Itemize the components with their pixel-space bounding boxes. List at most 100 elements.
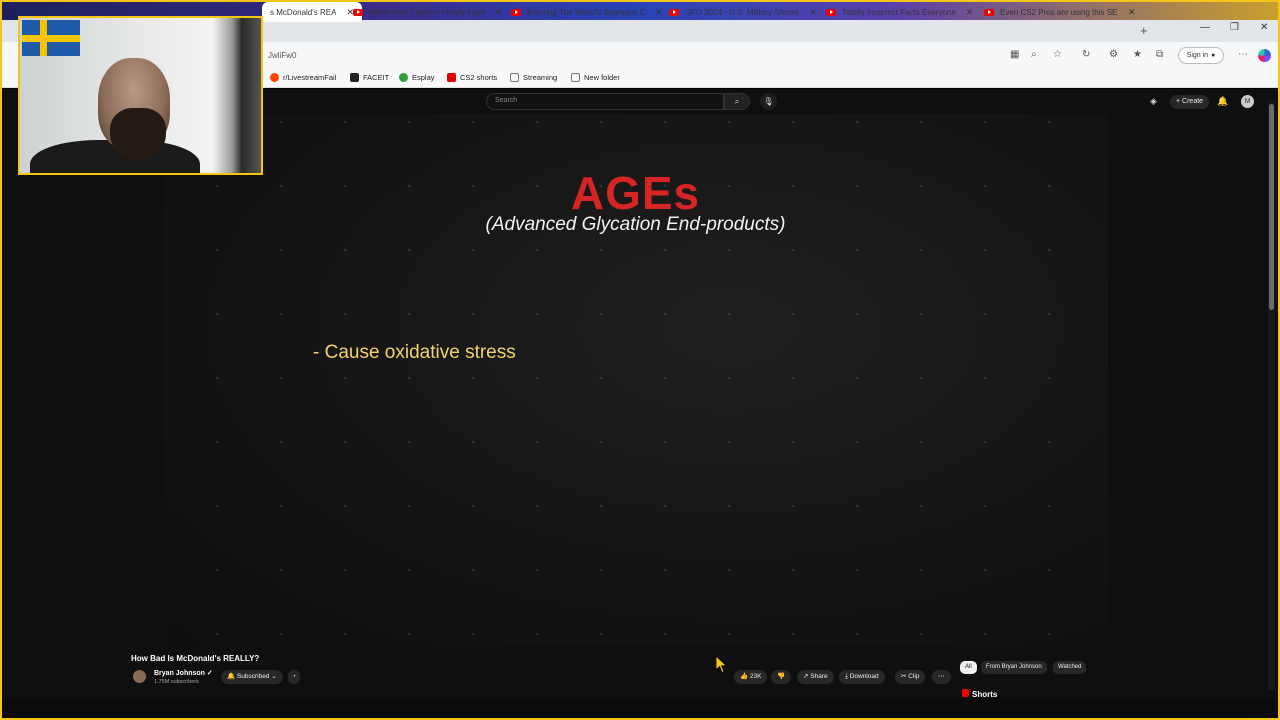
chip-watched[interactable]: Watched [1053, 661, 1087, 674]
like-count: 23K [749, 673, 762, 680]
browser-tab[interactable]: Entering The World's Strangest C ✕ [503, 2, 671, 22]
bookmark-label: Streaming [523, 73, 558, 82]
bookmark-label: r/LivestreamFail [283, 73, 337, 82]
browser-tab[interactable]: When Real Fighters Finally Fight ✕ [345, 2, 511, 22]
membership-icon: ◔ [292, 673, 296, 680]
verified-icon: ✓ [206, 670, 213, 677]
search-input[interactable]: Search [486, 93, 724, 110]
refresh-icon[interactable]: ↻ [1082, 49, 1090, 60]
youtube-icon [353, 8, 363, 16]
create-label: Create [1182, 98, 1204, 105]
join-button[interactable]: ◔ [288, 670, 300, 684]
channel-subscribers: 1.75M subscribers [154, 679, 199, 685]
tab-title: s McDonald's REA [270, 7, 337, 17]
bookmark-label: New folder [584, 73, 620, 82]
download-label: Download [849, 673, 879, 680]
close-icon[interactable]: ✕ [809, 7, 817, 18]
browser-tab[interactable]: UFO 2024 - U.S. Military Shoots ✕ [661, 2, 825, 22]
scissors-icon: ✂ [901, 673, 907, 680]
browser-tab[interactable]: Totally Incorrect Facts Everyone ✕ [818, 2, 981, 22]
share-label: Share [810, 673, 828, 680]
tab-title: Entering The World's Strangest C [527, 7, 645, 17]
youtube-icon [511, 8, 521, 16]
like-button[interactable]: 👍 23K [734, 670, 768, 684]
favorites-icon[interactable]: ★ [1133, 49, 1142, 60]
new-tab-icon[interactable]: + [1140, 23, 1148, 38]
faceit-icon [350, 73, 359, 82]
person-beard [110, 108, 166, 160]
copilot-icon[interactable] [1258, 49, 1271, 62]
bookmark-label: FACEIT [363, 73, 390, 82]
slide-title: AGEs [570, 167, 701, 219]
bookmark-new-folder[interactable]: New folder [571, 73, 620, 82]
bookmark-faceit[interactable]: FACEIT [350, 73, 389, 82]
youtube-icon [826, 8, 836, 16]
thumbs-down-icon: 👎 [777, 673, 786, 680]
grid-icon[interactable]: ▦ [1010, 49, 1019, 60]
chip-all[interactable]: All [960, 661, 977, 674]
webcam-overlay [18, 16, 263, 175]
dislike-button[interactable]: 👎 [771, 670, 792, 684]
tab-title: UFO 2024 - U.S. Military Shoots [685, 7, 800, 17]
create-button[interactable]: + Create [1170, 95, 1210, 109]
bell-icon: 🔔 [227, 673, 236, 680]
slide-subtitle: (Advanced Glycation End-products) [485, 214, 786, 235]
channel-name[interactable]: Bryan Johnson ✓ [154, 669, 213, 677]
more-icon[interactable]: ⋯ [1238, 49, 1248, 60]
bookmark-label: CS2 shorts [460, 73, 498, 82]
close-icon[interactable]: ✕ [1128, 7, 1136, 18]
tab-title: Even CS2 Pros are using this SET [1000, 7, 1118, 17]
download-icon: ⤓ [845, 673, 848, 680]
download-button[interactable]: ⤓ Download [839, 670, 885, 684]
bookmark-livestreamfail[interactable]: r/LivestreamFail [270, 73, 336, 82]
more-actions-button[interactable]: ⋯ [932, 670, 951, 684]
avatar[interactable]: M [1241, 95, 1254, 108]
clip-button[interactable]: ✂ Clip [895, 670, 926, 684]
sign-in-label: Sign in [1186, 52, 1209, 59]
voice-search-icon[interactable]: 🎙 [760, 93, 777, 110]
collections-icon[interactable]: ⧉ [1156, 49, 1163, 60]
tab-title: When Real Fighters Finally Fight [369, 7, 486, 17]
thumbs-up-icon: 👍 [740, 673, 749, 680]
subscribed-label: Subscribed [236, 673, 270, 680]
sign-in-button[interactable]: Sign in ● [1178, 47, 1224, 64]
reddit-icon [270, 73, 279, 82]
bookmark-streaming[interactable]: Streaming [510, 73, 557, 82]
tab-title: Totally Incorrect Facts Everyone [842, 7, 956, 17]
close-icon[interactable]: ✕ [495, 7, 503, 18]
folder-icon [510, 73, 519, 82]
bookmark-esplay[interactable]: Esplay [399, 73, 435, 82]
address-url[interactable]: JwliFw0 [268, 51, 296, 60]
notifications-icon[interactable]: 🔔 [1217, 96, 1228, 107]
cast-icon[interactable]: ◈ [1150, 96, 1157, 107]
minimize-icon[interactable]: — [1200, 22, 1210, 33]
esplay-icon [399, 73, 408, 82]
swedish-flag-icon [22, 20, 80, 56]
video-title: How Bad Is McDonald's REALLY? [131, 654, 260, 663]
channel-avatar[interactable] [133, 670, 146, 683]
share-icon: ↗ [803, 673, 809, 680]
youtube-icon [984, 8, 994, 16]
window-close-icon[interactable]: ✕ [1260, 22, 1268, 33]
clip-label: Clip [908, 673, 920, 680]
search-icon: ⌕ [734, 97, 740, 106]
maximize-icon[interactable]: ❐ [1230, 22, 1239, 33]
scrollbar-thumb[interactable] [1269, 104, 1274, 310]
browser-tab[interactable]: Even CS2 Pros are using this SET ✕ [976, 2, 1144, 22]
shorts-icon [962, 689, 969, 697]
share-button[interactable]: ↗ Share [797, 670, 834, 684]
close-icon[interactable]: ✕ [966, 7, 974, 18]
bookmark-cs2-shorts[interactable]: CS2 shorts [447, 73, 497, 82]
youtube-icon [447, 73, 456, 82]
profile-icon: ● [1211, 52, 1216, 59]
search-button[interactable]: ⌕ [724, 93, 750, 110]
zoom-icon[interactable]: ⌕ [1031, 49, 1037, 60]
youtube-icon [669, 8, 679, 16]
favorite-star-icon[interactable]: ☆ [1053, 49, 1062, 60]
subscribed-button[interactable]: 🔔 Subscribed ⌄ [221, 670, 283, 684]
channel-name-text: Bryan Johnson [154, 670, 205, 677]
extensions-icon[interactable]: ⚙ [1109, 49, 1118, 60]
chip-from-channel[interactable]: From Bryan Johnson [981, 661, 1047, 674]
video-player[interactable]: AGEs (Advanced Glycation End-products) -… [163, 114, 1108, 646]
stream-bottom-strip [0, 698, 1280, 720]
